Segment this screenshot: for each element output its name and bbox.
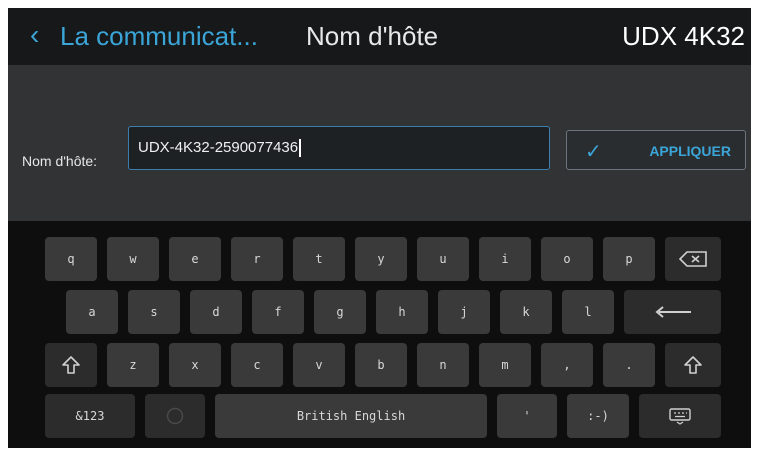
- hostname-input[interactable]: UDX-4K32-2590077436: [128, 126, 550, 170]
- key-h[interactable]: h: [376, 290, 428, 334]
- on-screen-keyboard: q w e r t y u i o p a s d f g h j k l z …: [8, 221, 751, 448]
- header-bar: ‹ La communicat... Nom d'hôte UDX 4K32: [8, 8, 751, 65]
- key-l[interactable]: l: [562, 290, 614, 334]
- shift-icon[interactable]: [45, 343, 97, 387]
- hostname-panel: Nom d'hôte: UDX-4K32-2590077436 ✓ APPLIQ…: [8, 65, 751, 221]
- breadcrumb-back[interactable]: La communicat...: [60, 20, 258, 52]
- shift-icon[interactable]: [665, 343, 721, 387]
- key-e[interactable]: e: [169, 237, 221, 281]
- space-bar[interactable]: British English: [215, 394, 487, 438]
- hostname-value: UDX-4K32-2590077436: [138, 139, 302, 158]
- key-v[interactable]: v: [293, 343, 345, 387]
- page-title: Nom d'hôte: [306, 21, 439, 51]
- chevron-left-icon[interactable]: ‹: [30, 20, 39, 50]
- key-f[interactable]: f: [252, 290, 304, 334]
- key-j[interactable]: j: [438, 290, 490, 334]
- key-o[interactable]: o: [541, 237, 593, 281]
- hostname-label: Nom d'hôte:: [22, 153, 98, 169]
- backspace-icon[interactable]: [665, 237, 721, 281]
- check-icon: ✓: [585, 141, 602, 163]
- key-q[interactable]: q: [45, 237, 97, 281]
- key-w[interactable]: w: [107, 237, 159, 281]
- key-d[interactable]: d: [190, 290, 242, 334]
- key-comma[interactable]: ,: [541, 343, 593, 387]
- key-p[interactable]: p: [603, 237, 655, 281]
- key-z[interactable]: z: [107, 343, 159, 387]
- key-i[interactable]: i: [479, 237, 531, 281]
- enter-icon[interactable]: [624, 290, 721, 334]
- smiley-key[interactable]: :-): [567, 394, 629, 438]
- key-u[interactable]: u: [417, 237, 469, 281]
- apply-label: APPLIQUER: [649, 143, 731, 159]
- key-c[interactable]: c: [231, 343, 283, 387]
- key-period[interactable]: .: [603, 343, 655, 387]
- keyboard-hide-icon[interactable]: [639, 394, 721, 438]
- symbols-key[interactable]: &123: [45, 394, 135, 438]
- key-x[interactable]: x: [169, 343, 221, 387]
- key-s[interactable]: s: [128, 290, 180, 334]
- apply-button[interactable]: ✓ APPLIQUER: [566, 130, 746, 170]
- device-name: UDX 4K32: [622, 21, 745, 51]
- screen: ‹ La communicat... Nom d'hôte UDX 4K32 N…: [8, 8, 751, 448]
- key-k[interactable]: k: [500, 290, 552, 334]
- emoji-icon[interactable]: [145, 394, 205, 438]
- key-a[interactable]: a: [66, 290, 118, 334]
- key-t[interactable]: t: [293, 237, 345, 281]
- text-caret: [299, 139, 302, 158]
- key-y[interactable]: y: [355, 237, 407, 281]
- key-m[interactable]: m: [479, 343, 531, 387]
- key-b[interactable]: b: [355, 343, 407, 387]
- key-g[interactable]: g: [314, 290, 366, 334]
- key-r[interactable]: r: [231, 237, 283, 281]
- key-n[interactable]: n: [417, 343, 469, 387]
- key-apostrophe[interactable]: ': [497, 394, 557, 438]
